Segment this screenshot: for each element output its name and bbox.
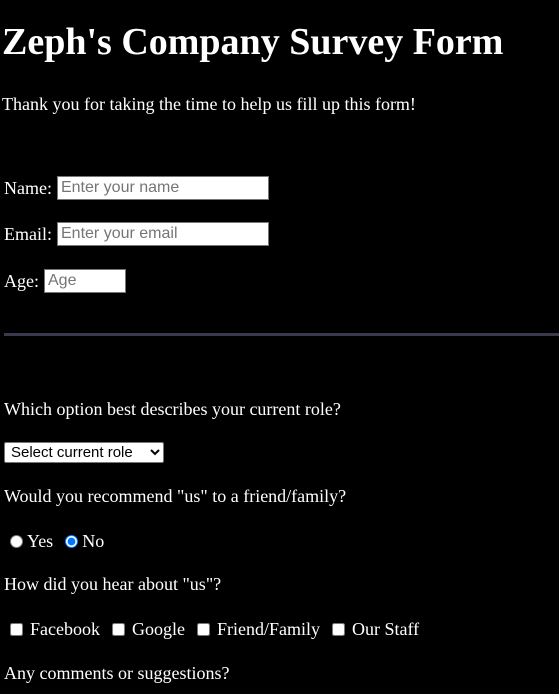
comments-question: Any comments or suggestions?	[4, 663, 230, 683]
recommend-no-label: No	[82, 531, 105, 551]
recommend-yes-label: Yes	[27, 531, 54, 551]
page-title: Zeph's Company Survey Form	[2, 21, 504, 63]
recommend-no-radio[interactable]	[65, 534, 79, 548]
recommend-yes-radio[interactable]	[10, 534, 23, 548]
name-row: Name:	[4, 176, 269, 200]
source-friend-family-label: Friend/Family	[216, 619, 320, 639]
role-select[interactable]: Select current role	[4, 442, 164, 463]
source-our-staff-checkbox[interactable]	[331, 622, 345, 636]
age-field[interactable]	[44, 269, 126, 293]
recommend-options: Yes No	[6, 530, 112, 552]
source-google-checkbox[interactable]	[111, 622, 125, 636]
recommend-question: Would you recommend "us" to a friend/fam…	[4, 486, 347, 506]
source-facebook-label: Facebook	[30, 619, 100, 639]
email-label: Email:	[4, 224, 52, 244]
source-facebook-checkbox[interactable]	[10, 622, 23, 636]
role-question: Which option best describes your current…	[4, 399, 341, 419]
source-options: Facebook Google Friend/Family Our Staff	[6, 618, 427, 640]
email-row: Email:	[4, 222, 269, 246]
source-question: How did you hear about "us"?	[4, 574, 222, 594]
age-row: Age:	[4, 269, 126, 293]
intro-text: Thank you for taking the time to help us…	[2, 94, 416, 114]
section-divider	[4, 333, 559, 336]
name-field[interactable]	[56, 176, 269, 200]
age-label: Age:	[4, 271, 39, 291]
source-google-label: Google	[131, 619, 185, 639]
name-label: Name:	[4, 178, 52, 198]
source-friend-family-checkbox[interactable]	[196, 622, 210, 636]
email-field[interactable]	[57, 222, 269, 246]
source-our-staff-label: Our Staff	[351, 619, 420, 639]
